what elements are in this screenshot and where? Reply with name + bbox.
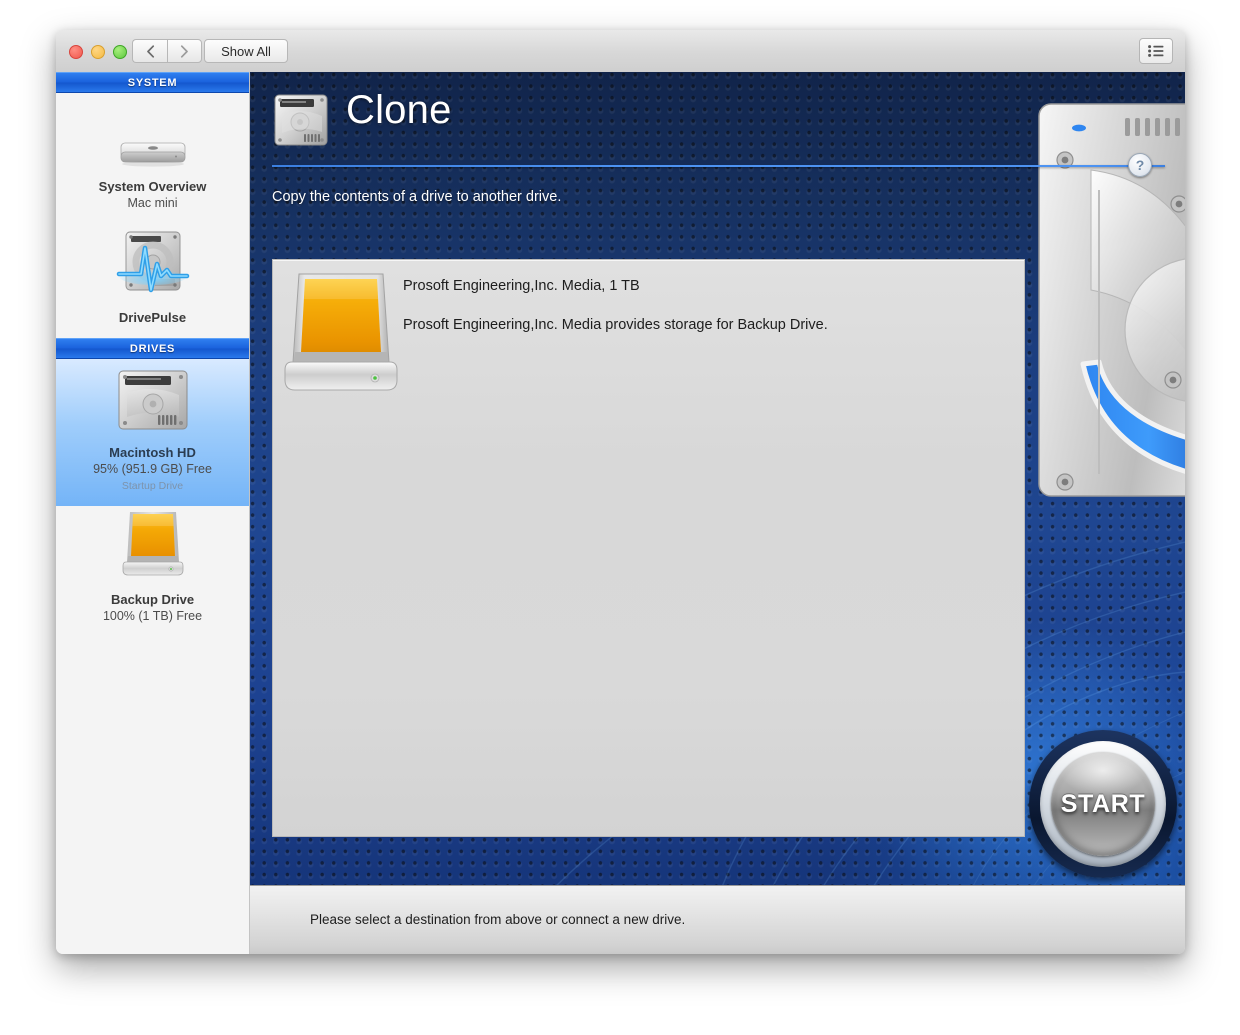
forward-button[interactable] [167,39,202,63]
list-item-description: Prosoft Engineering,Inc. Media provides … [403,315,828,335]
sidebar: SYSTEM [56,72,250,954]
page-title: Clone [346,88,452,133]
sidebar-item-subtitle: 95% (951.9 GB) Free [56,461,249,478]
list-view-icon [1148,45,1164,57]
help-label: ? [1136,157,1145,173]
back-button[interactable] [132,39,167,63]
spacer [403,296,828,315]
chevron-right-icon [180,45,189,58]
chevron-left-icon [146,45,155,58]
start-button-ring: START [1040,741,1166,867]
sidebar-group-header-system: SYSTEM [56,72,249,93]
application-window: Show All SYSTEM [56,30,1185,954]
external-drive-icon [283,266,401,398]
minimize-button[interactable] [91,45,105,59]
desktop-background: Show All SYSTEM [0,0,1240,1035]
sidebar-item-title: Backup Drive [56,591,249,608]
status-bar: Please select a destination from above o… [250,885,1185,954]
list-item-text: Prosoft Engineering,Inc. Media, 1 TB Pro… [403,266,828,400]
destination-list[interactable]: Prosoft Engineering,Inc. Media, 1 TB Pro… [272,259,1025,837]
sidebar-item-startup-label: Startup Drive [56,478,249,494]
sidebar-item-macintosh-hd[interactable]: Macintosh HD 95% (951.9 GB) Free Startup… [56,359,249,506]
sidebar-item-title: DrivePulse [56,309,249,326]
sidebar-item-title: Macintosh HD [56,444,249,461]
main-content: Clone ? Copy the contents of a drive to … [250,72,1185,954]
sidebar-group-label: SYSTEM [128,77,177,89]
start-button[interactable]: START [1029,730,1177,878]
show-all-label: Show All [221,44,271,59]
external-drive-icon [56,520,249,582]
window-controls [69,45,127,59]
window-titlebar: Show All [56,30,1185,73]
header-divider [272,165,1165,167]
page-subtitle: Copy the contents of a drive to another … [272,189,561,205]
list-item-icon [283,266,403,400]
window-body: SYSTEM [56,72,1185,954]
status-message: Please select a destination from above o… [310,912,685,927]
list-view-button[interactable] [1139,38,1173,64]
sidebar-item-system-overview[interactable]: System Overview Mac mini [56,93,249,224]
help-button[interactable]: ? [1128,153,1152,177]
sidebar-group-header-drives: DRIVES [56,338,249,359]
sidebar-item-subtitle: Mac mini [56,195,249,212]
close-button[interactable] [69,45,83,59]
sidebar-item-drivepulse[interactable]: DrivePulse [56,224,249,338]
mac-mini-icon [56,107,249,169]
hard-drive-icon [272,92,330,150]
start-button-label: START [1061,790,1145,819]
start-button-area: START [1029,730,1177,878]
list-item-title: Prosoft Engineering,Inc. Media, 1 TB [403,276,828,296]
zoom-button[interactable] [113,45,127,59]
show-all-button[interactable]: Show All [204,39,288,63]
navigation-buttons [132,39,202,63]
sidebar-item-title: System Overview [56,178,249,195]
start-button-core: START [1051,752,1155,856]
sidebar-item-backup-drive[interactable]: Backup Drive 100% (1 TB) Free [56,506,249,637]
drivepulse-icon [56,238,249,300]
sidebar-group-label: DRIVES [130,343,175,355]
internal-hard-drive-icon [56,373,249,435]
main-background: Clone ? Copy the contents of a drive to … [250,72,1185,886]
list-item[interactable]: Prosoft Engineering,Inc. Media, 1 TB Pro… [273,260,1024,400]
sidebar-item-subtitle: 100% (1 TB) Free [56,608,249,625]
